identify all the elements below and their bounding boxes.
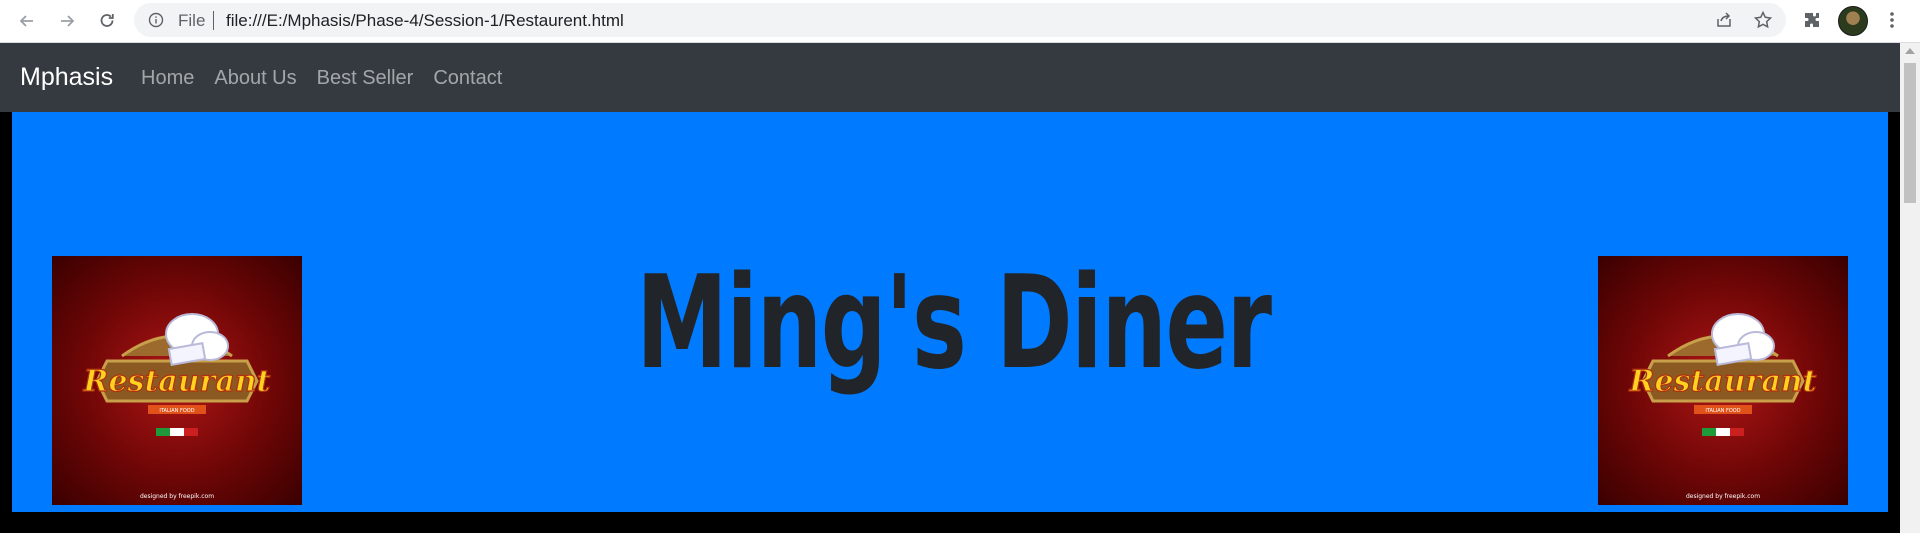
page-viewport: Mphasis Home About Us Best Seller Contac… [0,43,1900,533]
reload-icon [100,14,114,27]
svg-text:Restaurant: Restaurant [1629,364,1817,399]
scheme-label: File [178,11,206,30]
svg-text:designed by freepik.com: designed by freepik.com [1686,493,1760,500]
url-text[interactable]: file:///E:/Mphasis/Phase-4/Session-1/Res… [226,11,624,31]
menu-button[interactable] [1880,8,1904,32]
restaurant-logo-image: Restaurant ITALIAN FOOD designed by free… [82,313,271,500]
svg-text:designed by freepik.com: designed by freepik.com [140,493,214,500]
restaurant-logo-image: Restaurant ITALIAN FOOD designed by free… [1628,313,1817,500]
hero-frame: Restaurant ITALIAN FOOD designed by free… [0,112,1900,533]
extensions-button[interactable] [1800,8,1824,32]
vertical-scrollbar[interactable] [1900,43,1920,533]
svg-text:ITALIAN FOOD: ITALIAN FOOD [1705,408,1740,414]
scroll-thumb[interactable] [1904,63,1916,203]
nav-link-about-us[interactable]: About Us [214,67,296,90]
svg-text:ITALIAN FOOD: ITALIAN FOOD [159,408,194,414]
navbar-brand[interactable]: Mphasis [20,63,113,92]
restaurant-logo-right: Restaurant ITALIAN FOOD designed by free… [1598,256,1848,505]
navbar-links: Home About Us Best Seller Contact [141,67,522,90]
kebab-menu-icon [1890,12,1894,28]
arrow-right-icon [61,15,75,27]
nav-link-home[interactable]: Home [141,67,194,90]
info-icon[interactable] [148,12,164,28]
arrow-left-icon [19,15,33,27]
restaurant-logo-left: Restaurant ITALIAN FOOD designed by free… [52,256,302,505]
reload-button[interactable] [92,6,122,36]
bookmark-button[interactable] [1753,10,1773,30]
nav-link-best-seller[interactable]: Best Seller [317,67,414,90]
hero-title: Ming's Diner [636,249,1272,398]
puzzle-icon [1805,13,1819,27]
profile-avatar[interactable] [1838,6,1868,36]
browser-toolbar: File file:///E:/Mphasis/Phase-4/Session-… [0,0,1920,43]
svg-text:Restaurant: Restaurant [83,364,271,399]
hero-banner: Restaurant ITALIAN FOOD designed by free… [12,112,1888,512]
share-button[interactable] [1714,10,1734,30]
back-button[interactable] [12,6,42,36]
share-icon [1717,12,1731,27]
scheme-divider [213,11,214,30]
nav-link-contact[interactable]: Contact [433,67,502,90]
forward-button[interactable] [52,6,82,36]
scroll-up-arrow-icon[interactable] [1905,48,1915,54]
star-icon [1753,10,1773,29]
address-bar[interactable]: File file:///E:/Mphasis/Phase-4/Session-… [134,3,1786,37]
site-navbar: Mphasis Home About Us Best Seller Contac… [0,43,1900,112]
